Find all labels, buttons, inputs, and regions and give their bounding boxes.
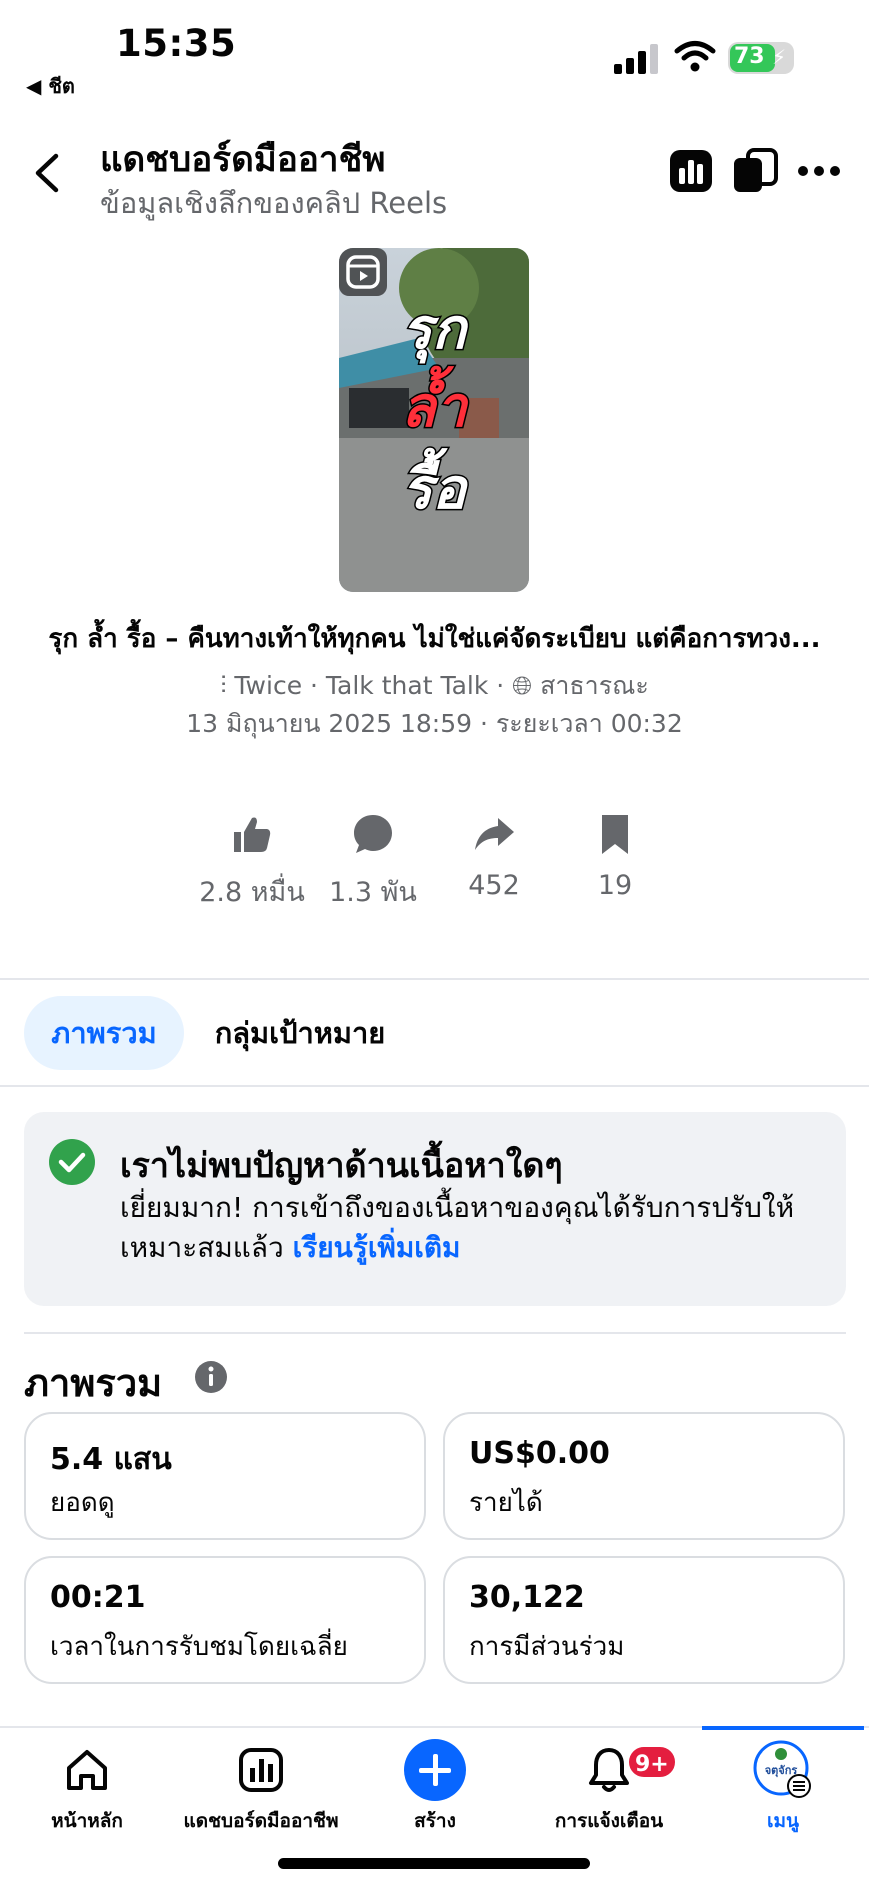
active-tab-indicator [702,1726,864,1730]
content-status-title: เราไม่พบปัญหาด้านเนื้อหาใดๆ [120,1146,563,1186]
check-circle-icon [49,1139,95,1185]
nav-home[interactable]: หน้าหลัก [0,1744,174,1836]
back-to-app-link[interactable]: ◀ ชีต [26,70,75,102]
metric-label: การมีส่วนร่วม [469,1632,625,1662]
profile-avatar: จตุจักร [753,1740,811,1798]
metric-label: ยอดดู [50,1488,115,1518]
learn-more-link[interactable]: เรียนรู้เพิ่มเติม [293,1231,461,1264]
info-icon[interactable] [194,1360,228,1394]
charging-bolt-icon: ⚡ [771,45,786,69]
nav-professional-dashboard[interactable]: แดชบอร์ดมืออาชีพ [174,1744,348,1836]
dashboard-icon [239,1748,283,1792]
reel-caption: รุก ล้ำ รื้อ – คืนทางเท้าให้ทุกคน ไม่ใช่… [48,624,821,654]
comments-stat: 1.3 พัน [313,812,433,913]
page-title: แดชบอร์ดมืออาชีพ [100,140,386,180]
bar-chart-icon[interactable] [668,148,714,194]
back-arrow-icon[interactable] [28,148,68,198]
thumbnail-text-1: รุก [401,295,468,364]
likes-count: 2.8 หมื่น [199,877,305,908]
nav-label: สร้าง [414,1810,456,1832]
content-status-card: เราไม่พบปัญหาด้านเนื้อหาใดๆ เยี่ยมมาก! ก… [24,1112,846,1306]
audio-wave-icon: ⫶ [220,671,235,700]
battery-level: 73 [734,44,765,69]
metric-card-engagement[interactable]: 30,122 การมีส่วนร่วม [443,1556,845,1684]
status-bar: 15:35 ◀ ชีต 73 ⚡ [0,0,869,100]
avatar-text: จตุจักร [765,1764,798,1778]
nav-menu[interactable]: จตุจักร เมนู [696,1740,869,1836]
nav-label: แดชบอร์ดมืออาชีพ [183,1810,339,1832]
divider [0,1085,869,1087]
privacy-label: สาธารณะ [540,671,649,700]
battery-indicator: 73 ⚡ [728,42,794,74]
cellular-signal-icon [614,44,658,74]
nav-notifications[interactable]: 9+ การแจ้งเตือน [522,1744,696,1836]
shares-count: 452 [468,870,520,901]
page-subtitle: ข้อมูลเชิงลึกของคลิป Reels [100,186,448,220]
metric-label: เวลาในการรับชมโดยเฉลี่ย [50,1632,348,1662]
tab-audience[interactable]: กลุ่มเป้าหมาย [190,996,410,1070]
notification-badge: 9+ [626,1744,678,1780]
reels-icon [339,248,387,296]
metric-value: 30,122 [469,1580,585,1615]
shares-stat: 452 [434,812,554,901]
nav-label: การแจ้งเตือน [554,1810,664,1832]
likes-stat: 2.8 หมื่น [192,812,312,913]
metric-card-views[interactable]: 5.4 แสน ยอดดู [24,1412,426,1540]
thumbnail-text-3: รื้อ [401,455,468,524]
comments-count: 1.3 พัน [329,877,417,908]
divider [24,1332,846,1334]
status-time: 15:35 [116,22,237,65]
content-status-body: เยี่ยมมาก! การเข้าถึงของเนื้อหาของคุณได้… [120,1188,820,1268]
plus-icon [404,1739,466,1801]
bookmark-icon [602,815,628,854]
nav-label: หน้าหลัก [51,1810,123,1832]
wifi-icon [674,41,716,72]
metric-label: รายได้ [469,1488,543,1518]
saves-stat: 19 [555,812,675,901]
reel-thumbnail[interactable]: รุก ล้ำ รื้อ [339,248,529,592]
metric-value: 00:21 [50,1580,146,1615]
page-header: แดชบอร์ดมืออาชีพ ข้อมูลเชิงลึกของคลิป Re… [0,118,869,228]
saves-count: 19 [597,870,633,901]
reel-audio-line: ⫶ Twice · Talk that Talk · 🌐︎ สาธารณะ [0,666,869,706]
comment-icon [354,815,392,853]
audio-track[interactable]: Twice · Talk that Talk · [234,671,512,700]
share-icon [475,818,514,850]
tab-overview[interactable]: ภาพรวม [24,996,184,1070]
overview-section-title: ภาพรวม [24,1361,163,1405]
metric-card-earnings[interactable]: US$0.00 รายได้ [443,1412,845,1540]
thumbnail-text-2: ล้ำ [400,373,469,442]
reel-date-line: 13 มิถุนายน 2025 18:59 · ระยะเวลา 00:32 [186,709,683,738]
globe-icon: 🌐︎ [512,671,541,700]
like-icon [234,817,271,852]
nav-create[interactable]: สร้าง [348,1739,522,1836]
metric-value: 5.4 แสน [50,1442,172,1477]
home-icon [67,1750,107,1790]
nav-label: เมนู [766,1810,799,1832]
home-indicator [278,1858,590,1869]
duplicate-icon[interactable] [732,148,778,194]
metric-card-avg-watch-time[interactable]: 00:21 เวลาในการรับชมโดยเฉลี่ย [24,1556,426,1684]
more-options-icon[interactable] [796,148,842,194]
divider [0,978,869,980]
metric-value: US$0.00 [469,1436,610,1471]
